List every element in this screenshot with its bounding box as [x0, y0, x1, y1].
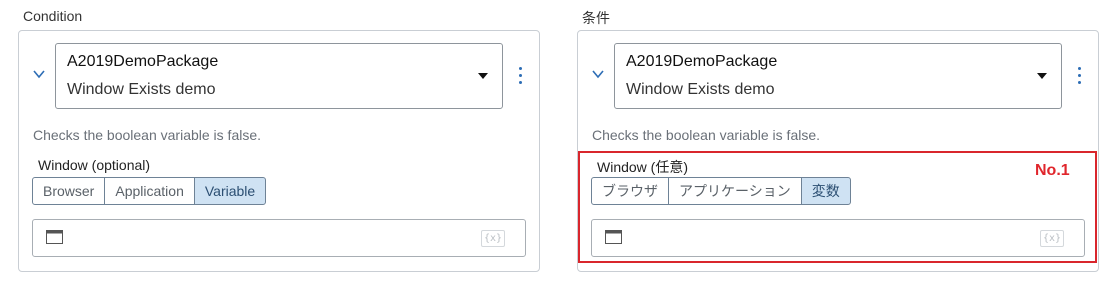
window-icon	[46, 230, 63, 244]
package-name: A2019DemoPackage	[67, 53, 219, 70]
action-name: Window Exists demo	[626, 81, 775, 98]
chevron-down-icon[interactable]	[31, 66, 47, 82]
condition-description: Checks the boolean variable is false.	[592, 127, 821, 143]
package-name: A2019DemoPackage	[626, 53, 778, 70]
panel-heading: 条件	[582, 10, 610, 26]
window-type-selector: Browser Application Variable	[32, 177, 267, 205]
window-variable-field[interactable]: {x}	[32, 219, 526, 257]
more-options-icon[interactable]	[514, 67, 526, 89]
variable-insert-icon[interactable]: {x}	[480, 230, 505, 247]
condition-panel-english: Condition A2019DemoPackage Window Exists…	[18, 8, 543, 278]
option-application[interactable]: Application	[104, 177, 195, 205]
condition-box: A2019DemoPackage Window Exists demo Chec…	[18, 30, 540, 272]
condition-description: Checks the boolean variable is false.	[33, 127, 262, 143]
caret-down-icon	[478, 73, 488, 79]
window-label: Window (optional)	[38, 157, 151, 173]
caret-down-icon	[1037, 73, 1047, 79]
option-variable[interactable]: Variable	[193, 177, 267, 205]
panel-heading: Condition	[23, 8, 83, 24]
option-browser[interactable]: Browser	[32, 177, 106, 205]
action-name: Window Exists demo	[67, 81, 216, 98]
annotation-label: No.1	[1035, 162, 1070, 179]
chevron-down-icon[interactable]	[590, 66, 606, 82]
package-action-dropdown[interactable]: A2019DemoPackage Window Exists demo	[614, 43, 1062, 109]
more-options-icon[interactable]	[1073, 67, 1085, 89]
highlight-box	[578, 151, 1097, 263]
package-action-dropdown[interactable]: A2019DemoPackage Window Exists demo	[55, 43, 503, 109]
